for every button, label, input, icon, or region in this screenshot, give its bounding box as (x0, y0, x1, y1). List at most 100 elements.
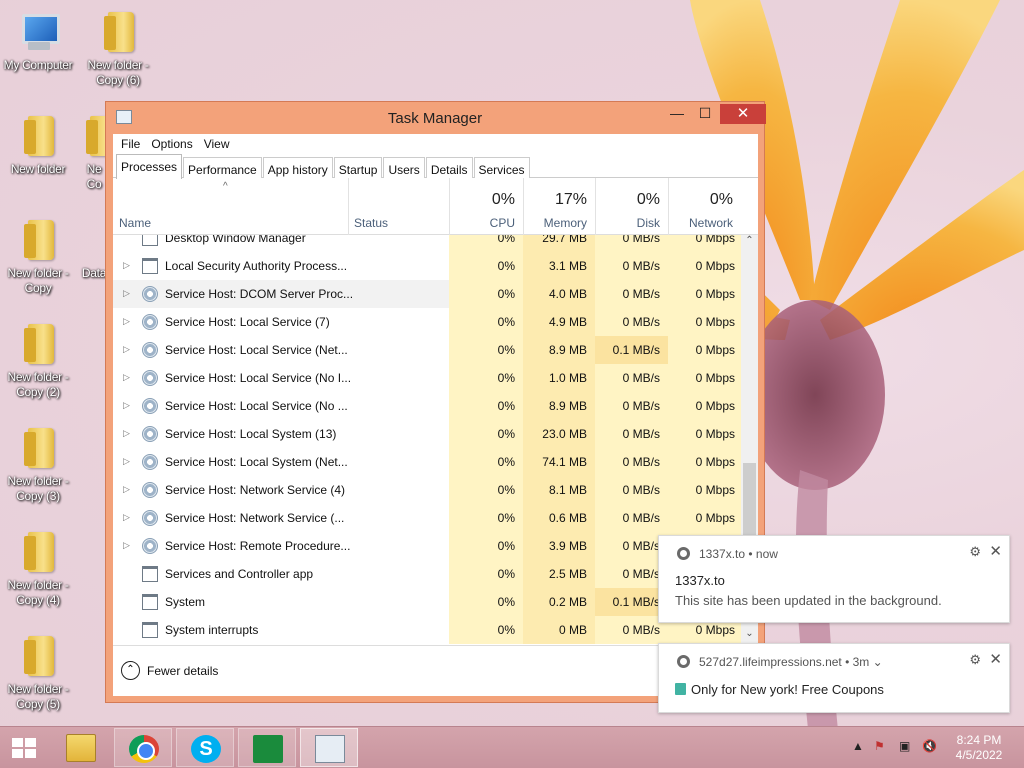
column-header-disk[interactable]: 0% Disk (595, 178, 668, 235)
tab-details[interactable]: Details (425, 157, 473, 178)
menu-file[interactable]: File (117, 134, 144, 154)
minimize-button[interactable]: — (663, 104, 691, 124)
desktop-icon-data-shortcut[interactable]: Data (80, 218, 108, 281)
cpu-value: 0% (449, 252, 523, 280)
process-row[interactable]: ▷ Service Host: Local Service (Net... 0% 8.… (113, 336, 741, 364)
process-row[interactable]: ▷ Service Host: Local Service (No ... 0% 8.… (113, 392, 741, 420)
clock[interactable]: 8:24 PM 4/5/2022 (942, 733, 1016, 763)
process-row[interactable]: ▷ Service Host: Remote Procedure... 0% 3.9 … (113, 532, 741, 560)
notification-1337x[interactable]: 1337x.to • now ⚙ ✕ 1337x.to This site ha… (658, 535, 1010, 623)
process-row[interactable]: ▷ Local Security Authority Process... 0% 3.… (113, 252, 741, 280)
skype-icon: S (191, 735, 221, 763)
desktop-icon-new-folder[interactable]: New folder (0, 114, 76, 177)
process-row[interactable]: ▷ Service Host: Network Service (4) 0% 8.1 … (113, 476, 741, 504)
tab-performance[interactable]: Performance (183, 157, 262, 178)
network-icon[interactable]: ▣ (899, 739, 910, 753)
tab-services[interactable]: Services (473, 157, 530, 178)
fewer-details-link[interactable]: Fewer details (147, 664, 218, 678)
column-header-name[interactable]: Name (119, 216, 151, 230)
expand-arrow-icon[interactable]: ▷ (123, 400, 130, 411)
expand-arrow-icon[interactable]: ▷ (123, 540, 130, 551)
network-value: 0 Mbps (668, 476, 741, 504)
column-header-network[interactable]: 0% Network (668, 178, 741, 235)
expand-arrow-icon[interactable]: ▷ (123, 484, 130, 495)
desktop-icon-partial-folder[interactable]: Ne Co (80, 114, 108, 192)
process-name: Service Host: Remote Procedure... (165, 539, 351, 553)
gear-icon[interactable]: ⚙ (969, 544, 981, 560)
volume-muted-icon[interactable]: 🔇 (922, 739, 937, 753)
expand-arrow-icon[interactable]: ▷ (123, 372, 130, 383)
close-icon[interactable]: ✕ (989, 542, 1002, 560)
menu-view[interactable]: View (200, 134, 234, 154)
column-header-memory[interactable]: 17% Memory (523, 178, 595, 235)
disk-value: 0 MB/s (595, 308, 668, 336)
tab-app-history[interactable]: App history (262, 157, 333, 178)
taskbar-file-explorer[interactable] (52, 728, 110, 767)
expand-arrow-icon[interactable]: ▷ (123, 344, 130, 355)
close-button[interactable]: ✕ (720, 104, 766, 124)
process-row[interactable]: Desktop Window Manager 0% 29.7 MB 0 MB/s 0 M… (113, 235, 741, 252)
cpu-value: 0% (449, 392, 523, 420)
action-center-flag-icon[interactable]: ⚑ (874, 739, 885, 753)
column-header-cpu[interactable]: 0% CPU (449, 178, 523, 235)
desktop-icon-my-computer[interactable]: My Computer (0, 10, 76, 73)
process-row[interactable]: ▷ Service Host: Local System (Net... 0% 74.… (113, 448, 741, 476)
cpu-value: 0% (449, 504, 523, 532)
tab-strip: Processes Performance App history Startu… (113, 154, 758, 179)
expand-arrow-icon[interactable]: ▷ (123, 260, 130, 271)
cpu-value: 0% (449, 280, 523, 308)
desktop-icon-folder-copy-6[interactable]: New folder - Copy (6) (80, 10, 156, 88)
desktop-icon-folder-copy-4[interactable]: New folder - Copy (4) (0, 530, 76, 608)
taskbar-chrome[interactable] (114, 728, 172, 767)
desktop-icon-folder-copy[interactable]: New folder - Copy (0, 218, 76, 296)
expand-arrow-icon[interactable]: ▷ (123, 316, 130, 327)
tab-users[interactable]: Users (383, 157, 425, 178)
folder-icon (18, 530, 58, 574)
process-row[interactable]: ▷ Service Host: Local Service (No I... 0% 1… (113, 364, 741, 392)
expand-arrow-icon[interactable]: ▷ (123, 456, 130, 467)
desktop-icon-folder-copy-3[interactable]: New folder - Copy (3) (0, 426, 76, 504)
process-row[interactable]: System0%0.2 MB0.1 MB/s0 Mbps (113, 588, 741, 616)
cpu-value: 0% (449, 560, 523, 588)
network-value: 0 Mbps (668, 364, 741, 392)
chevron-up-circle-icon[interactable]: ⌃ (121, 661, 140, 680)
tab-processes[interactable]: Processes (116, 154, 183, 179)
process-name: Services and Controller app (165, 567, 314, 581)
title-bar[interactable]: Task Manager — ☐ ✕ (106, 102, 766, 134)
scroll-up-arrow-icon[interactable]: ⌃ (741, 235, 758, 252)
close-icon[interactable]: ✕ (989, 650, 1002, 668)
process-row[interactable]: ▷ Service Host: Local Service (7) 0% 4.9 MB… (113, 308, 741, 336)
process-row[interactable]: System interrupts 0% 0 MB 0 MB/s 0 Mbps (113, 616, 741, 644)
column-header-status[interactable]: Status (354, 216, 388, 230)
process-row[interactable]: Services and Controller app 0% 2.5 MB 0 MB/… (113, 560, 741, 588)
maximize-button[interactable]: ☐ (691, 104, 719, 124)
process-row[interactable]: ▷ Service Host: Network Service (... 0% 0.6… (113, 504, 741, 532)
service-gear-icon (142, 454, 158, 470)
process-name: Service Host: Local System (Net... (165, 455, 348, 469)
service-gear-icon (142, 398, 158, 414)
clock-date: 4/5/2022 (955, 748, 1003, 762)
process-row[interactable]: ▷ Service Host: DCOM Server Proc... 0% 4.0 … (113, 280, 741, 308)
memory-value: 8.1 MB (523, 476, 595, 504)
start-button[interactable] (0, 728, 58, 767)
show-hidden-icons-icon[interactable]: ▲ (852, 739, 864, 753)
service-gear-icon (142, 510, 158, 526)
expand-arrow-icon[interactable]: ▷ (123, 512, 130, 523)
desktop-icon-folder-copy-5[interactable]: New folder - Copy (5) (0, 634, 76, 712)
process-name: Service Host: DCOM Server Proc... (165, 287, 354, 301)
taskbar-chart-app[interactable] (238, 728, 296, 767)
expand-arrow-icon[interactable]: ▷ (123, 428, 130, 439)
taskbar-skype[interactable]: S (176, 728, 234, 767)
menu-options[interactable]: Options (147, 134, 196, 154)
scrollbar-thumb[interactable] (743, 463, 756, 545)
gear-icon[interactable]: ⚙ (969, 652, 981, 668)
notification-source: 1337x.to • now (699, 547, 778, 561)
process-row[interactable]: ▷ Service Host: Local System (13) 0% 23.0 M… (113, 420, 741, 448)
desktop-icon-folder-copy-2[interactable]: New folder - Copy (2) (0, 322, 76, 400)
tab-startup[interactable]: Startup (333, 157, 383, 178)
notification-lifeimpressions[interactable]: 527d27.lifeimpressions.net • 3m ⌄ ⚙ ✕ On… (658, 643, 1010, 713)
memory-value: 3.1 MB (523, 252, 595, 280)
expand-arrow-icon[interactable]: ▷ (123, 288, 130, 299)
service-gear-icon (142, 314, 158, 330)
taskbar-task-manager[interactable] (300, 728, 358, 767)
